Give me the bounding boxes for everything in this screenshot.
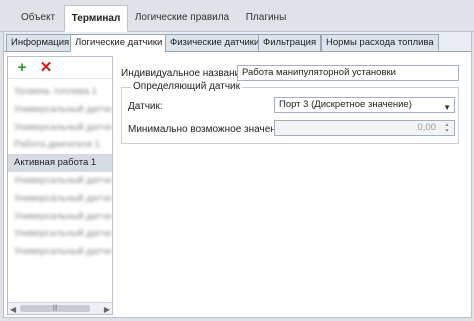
sensor-list-item[interactable]: Универсальный датчик 4 [8, 190, 112, 208]
sensor-list: Уровень топлива 1Универсальный датчик 1У… [8, 83, 112, 261]
sensor-list-item[interactable]: Универсальный датчик 3 [8, 172, 112, 190]
min-value-label: Минимально возможное значение: [128, 124, 290, 135]
sensor-list-item[interactable]: Универсальный датчик 6 [8, 225, 112, 243]
delete-icon[interactable]: ✕ [38, 60, 54, 76]
scroll-left-icon[interactable]: ◀ [10, 305, 16, 314]
sensor-list-item[interactable]: Активная работа 1 [8, 154, 112, 172]
tab-logic-rules[interactable]: Логические правила [132, 5, 232, 32]
tab-logic-sensors[interactable]: Логические датчики [70, 34, 168, 52]
terminal-panel: Информация Логические датчики Физические… [3, 32, 472, 318]
list-toolbar: + ✕ [8, 57, 112, 79]
tab-object[interactable]: Объект [14, 5, 62, 32]
add-icon[interactable]: + [14, 60, 30, 76]
sub-tab-bar: Информация Логические датчики Физические… [4, 32, 471, 52]
spin-icon[interactable]: ▲ ▼ [442, 122, 452, 134]
min-value-text: 0,00 [417, 122, 437, 133]
top-tab-bar: Объект Терминал Логические правила Плаги… [0, 0, 474, 32]
sensor-label: Датчик: [128, 101, 163, 112]
tab-plugins[interactable]: Плагины [236, 5, 296, 32]
name-input[interactable]: Работа манипуляторной установки [237, 65, 459, 81]
name-label: Индивидуальное название: [121, 68, 249, 79]
sensor-list-item[interactable]: Универсальный датчик 5 [8, 208, 112, 226]
sensor-select-value: Порт 3 (Дискретное значение) [279, 99, 412, 110]
group-title: Определяющий датчик [131, 81, 243, 92]
scroll-right-icon[interactable]: ▶ [104, 305, 110, 314]
sensor-list-item[interactable]: Универсальный датчик 2 [8, 119, 112, 137]
tab-terminal[interactable]: Терминал [64, 5, 128, 32]
sensor-list-pane: + ✕ Уровень топлива 1 Универсальный датчи… [7, 56, 113, 315]
sensor-select[interactable]: Порт 3 (Дискретное значение) ▼ [274, 97, 455, 113]
sensor-list-item[interactable]: Универсальный датчик 1 [8, 101, 112, 119]
min-value-input[interactable]: 0,00 ▲ ▼ [274, 120, 455, 136]
chevron-down-icon: ▼ [443, 103, 451, 112]
horizontal-scrollbar[interactable]: ◀ ||| ▶ [8, 302, 112, 314]
tab-physical-sensors[interactable]: Физические датчики [165, 34, 265, 52]
tab-fuel-norms[interactable]: Нормы расхода топлива [321, 34, 439, 52]
sensor-list-item[interactable]: Уровень топлива 1 [8, 83, 112, 101]
sensor-list-item[interactable]: Универсальный датчик 7 [8, 243, 112, 261]
tab-info[interactable]: Информация [6, 34, 75, 52]
sensor-list-item[interactable]: Работа двигателя 1 [8, 136, 112, 154]
tab-filtering[interactable]: Фильтрация [258, 34, 322, 52]
scroll-thumb[interactable]: ||| [20, 305, 90, 312]
